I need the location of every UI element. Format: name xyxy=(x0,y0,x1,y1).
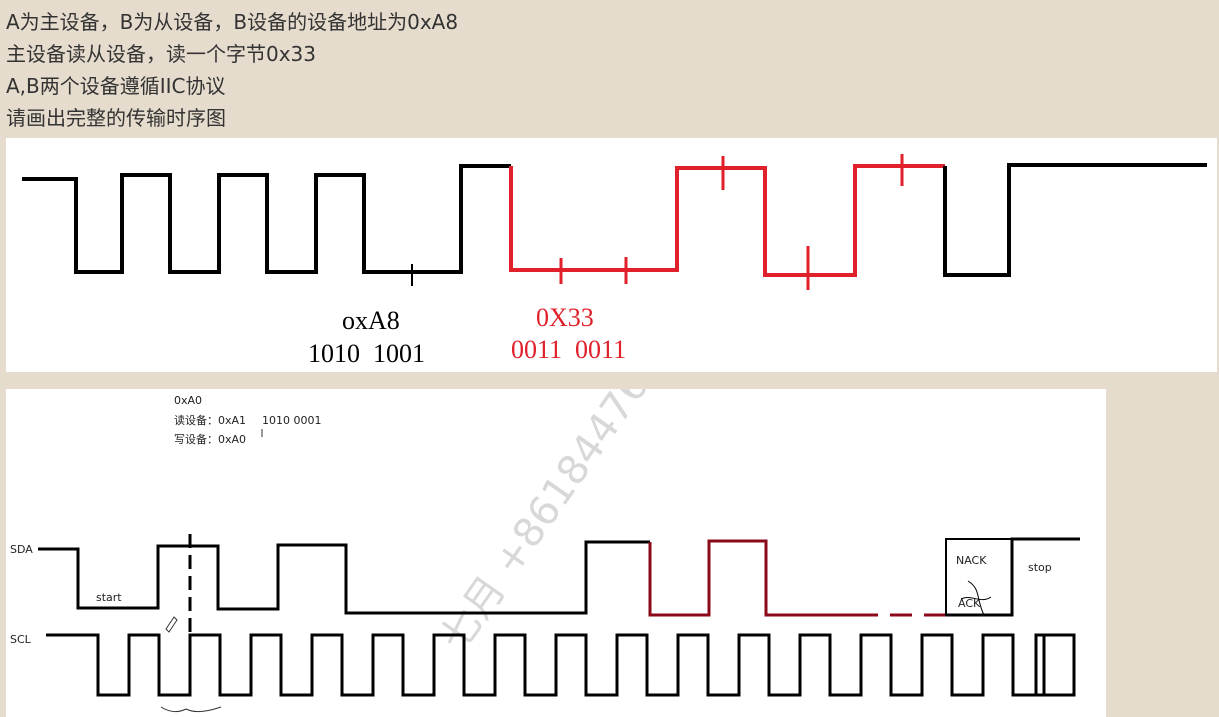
address-bits: 1010 1001 xyxy=(308,339,425,368)
note-write-label: 写设备：0xA0 xyxy=(174,432,246,446)
data-waveform xyxy=(509,164,945,277)
note-read-label: 读设备：0xA1 xyxy=(174,413,246,427)
brace-mark xyxy=(160,706,222,713)
note-read-bits: 1010 0001 xyxy=(262,414,322,427)
address-label: oxA8 xyxy=(342,306,400,335)
sda-label: SDA xyxy=(10,543,33,556)
address-waveform xyxy=(22,164,511,274)
nack-label: NACK xyxy=(956,554,987,567)
question-line-1: A为主设备，B为从设备，B设备的设备地址为0xA8 xyxy=(6,10,459,34)
scl-waveform xyxy=(46,633,1076,697)
start-label: start xyxy=(96,591,122,604)
pencil-icon xyxy=(165,616,178,633)
sketch-timing-diagram: oxA8 1010 1001 0X33 0011 0011 xyxy=(22,154,1207,368)
scl-label: SCL xyxy=(10,633,32,646)
note-line-1: 0xA0 xyxy=(174,394,202,407)
stop-waveform xyxy=(943,163,1207,277)
watermark: 七月 +8618447618 xyxy=(432,389,688,660)
question-line-3: A,B两个设备遵循IIC协议 xyxy=(6,74,226,98)
question-line-2: 主设备读从设备，读一个字节0x33 xyxy=(6,42,317,66)
iic-timing-diagram: 七月 +8618447618 0xA0 读设备：0xA1 1010 0001 写… xyxy=(10,389,1080,713)
sketch-timing-panel: oxA8 1010 1001 0X33 0011 0011 xyxy=(6,138,1217,372)
iic-timing-panel: 七月 +8618447618 0xA0 读设备：0xA1 1010 0001 写… xyxy=(6,389,1106,717)
stop-label: stop xyxy=(1028,561,1052,574)
data-label: 0X33 xyxy=(536,303,594,332)
data-bits: 0011 0011 xyxy=(511,335,626,364)
sda-waveform xyxy=(38,540,650,615)
sda-data-waveform xyxy=(648,539,856,617)
question-line-4: 请画出完整的传输时序图 xyxy=(6,106,226,130)
